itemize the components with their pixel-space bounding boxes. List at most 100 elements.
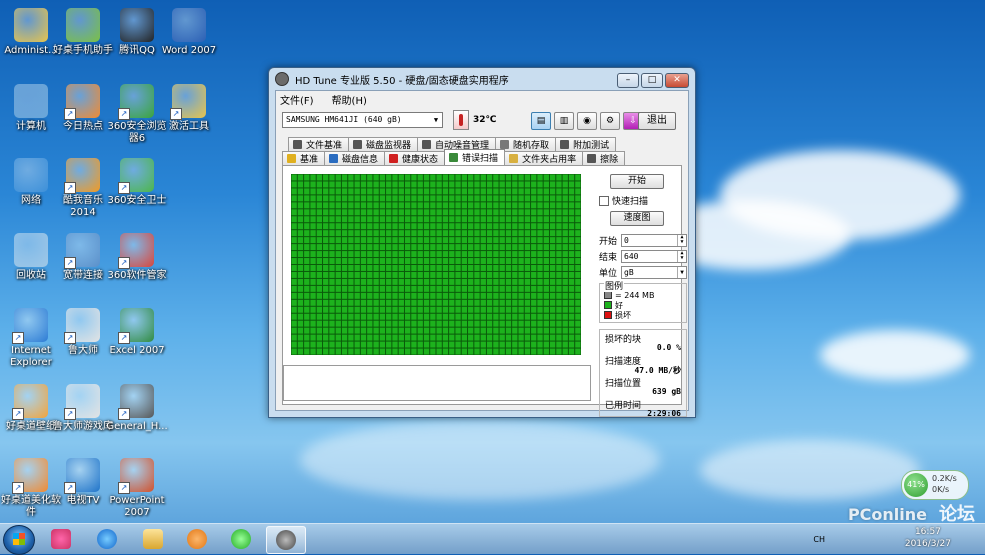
- copy-text-icon[interactable]: ▤: [531, 112, 551, 130]
- scan-block: [392, 299, 398, 306]
- scan-block: [531, 348, 537, 355]
- scan-block: [543, 258, 549, 264]
- scan-block: [386, 285, 392, 292]
- tab-info[interactable]: 磁盘信息: [324, 151, 386, 165]
- desktop-icon[interactable]: ↗ 宽带连接: [52, 229, 114, 282]
- scan-block: [430, 271, 436, 278]
- magnifier-icon: [449, 153, 459, 162]
- scan-block: [442, 258, 449, 264]
- scan-block: [329, 327, 335, 334]
- scan-block: [348, 181, 354, 188]
- tab-extra-tests[interactable]: 附加测试: [555, 137, 617, 151]
- desktop-icon[interactable]: ↗ 鲁大师: [52, 304, 114, 357]
- desktop-icon[interactable]: 好桌手机助手: [52, 4, 114, 57]
- spinner-icon[interactable]: ▲ ▼: [677, 235, 686, 246]
- tab-folder[interactable]: 文件夹占用率: [504, 151, 584, 165]
- scan-block: [556, 306, 562, 313]
- scan-block: [512, 299, 518, 306]
- scan-block: [398, 230, 404, 237]
- scan-block: [442, 341, 449, 348]
- scan-block: [575, 188, 581, 195]
- minimize-button[interactable]: –: [617, 73, 639, 88]
- desktop-icon[interactable]: ↗ 360软件管家: [106, 229, 168, 282]
- scan-block: [404, 237, 411, 244]
- drive-select[interactable]: SAMSUNG HM641JI (640 gB) ▼: [282, 112, 443, 128]
- checkbox-box[interactable]: [599, 195, 609, 206]
- clock[interactable]: 16:57 2016/3/27: [905, 526, 951, 550]
- scan-block: [329, 285, 335, 292]
- scan-block: [524, 306, 531, 313]
- scan-block: [575, 348, 581, 355]
- desktop-icon[interactable]: ↗ Excel 2007: [106, 304, 168, 357]
- scan-block: [486, 348, 493, 355]
- scan-block: [531, 258, 537, 264]
- taskbar-360-game-icon[interactable]: [42, 526, 80, 552]
- scan-block: [304, 244, 310, 251]
- scan-block: [348, 306, 354, 313]
- spinner-icon[interactable]: ▲ ▼: [677, 251, 686, 262]
- scan-block: [316, 271, 323, 278]
- scan-block: [480, 237, 486, 244]
- options-icon[interactable]: ⚙: [600, 112, 620, 130]
- desktop-icon[interactable]: ↗ 酷我音乐2014: [52, 154, 114, 219]
- scan-block: [442, 244, 449, 251]
- scan-block: [430, 299, 436, 306]
- desktop-icon[interactable]: ↗ 今日热点: [52, 80, 114, 133]
- scan-block: [449, 174, 455, 181]
- quick-scan-checkbox[interactable]: 快速扫描: [599, 194, 687, 207]
- taskbar-media-player-icon[interactable]: [178, 526, 216, 552]
- scan-block: [493, 202, 499, 209]
- desktop-icon[interactable]: Word 2007: [158, 4, 220, 57]
- copy-clipboard-icon[interactable]: ▥: [554, 112, 574, 130]
- scan-block: [493, 195, 499, 202]
- taskbar-explorer-icon[interactable]: [134, 526, 172, 552]
- maximize-button[interactable]: □: [641, 73, 663, 88]
- scan-block: [518, 251, 524, 258]
- desktop-icon[interactable]: ↗ PowerPoint 2007: [106, 454, 168, 519]
- tab-health[interactable]: 健康状态: [384, 151, 446, 165]
- scan-block: [480, 327, 486, 334]
- desktop-icon[interactable]: ↗ 电视TV: [52, 454, 114, 507]
- scan-block: [392, 174, 398, 181]
- scan-block: [310, 258, 316, 264]
- tab-disk-monitor[interactable]: 磁盘监视器: [348, 137, 419, 151]
- scan-block: [493, 292, 499, 299]
- exit-button[interactable]: 退出: [638, 112, 676, 130]
- menu-file[interactable]: 文件(F): [278, 92, 314, 107]
- scan-block: [562, 251, 568, 258]
- desktop-icon[interactable]: ↗ 激活工具: [158, 80, 220, 133]
- download-speed: 0K/s: [932, 485, 950, 494]
- taskbar-ie-icon[interactable]: [88, 526, 126, 552]
- network-monitor-widget[interactable]: 41% 0.2K/s 0K/s: [901, 470, 969, 500]
- scan-block: [354, 258, 360, 264]
- end-input[interactable]: 640 ▲ ▼: [621, 250, 687, 263]
- desktop-icon[interactable]: ↗ 鲁大师游戏库: [52, 380, 114, 433]
- scan-block: [291, 265, 297, 271]
- desktop-icon[interactable]: ↗ General_H...: [106, 380, 168, 433]
- desktop-icon[interactable]: ↗ 360安全卫士: [106, 154, 168, 207]
- screenshot-camera-icon[interactable]: ◉: [577, 112, 597, 130]
- scan-block: [468, 181, 474, 188]
- scan-block: [316, 244, 323, 251]
- start-input[interactable]: 0 ▲ ▼: [621, 234, 687, 247]
- tab-erase[interactable]: 擦除: [582, 151, 626, 165]
- scan-block: [379, 271, 386, 278]
- scan-block: [474, 230, 480, 237]
- taskbar-360-browser-icon[interactable]: [222, 526, 260, 552]
- scan-block: [549, 251, 556, 258]
- menu-help[interactable]: 帮助(H): [330, 92, 367, 107]
- tab-benchmark[interactable]: 基准: [282, 151, 326, 165]
- scan-block: [461, 237, 468, 244]
- scan-block: [404, 299, 411, 306]
- start-button[interactable]: [3, 525, 35, 555]
- close-button[interactable]: ✕: [665, 73, 689, 88]
- tab-file-benchmark[interactable]: 文件基准: [288, 137, 350, 151]
- tab-magnifier[interactable]: 错误扫描: [444, 149, 506, 165]
- taskbar-hdtune-icon[interactable]: [266, 526, 306, 554]
- tray-language[interactable]: CH: [813, 535, 825, 544]
- unit-select[interactable]: gB ▼: [621, 266, 687, 279]
- scan-block: [423, 237, 430, 244]
- start-scan-button[interactable]: 开始: [610, 174, 664, 189]
- scan-block: [379, 230, 386, 237]
- speed-map-button[interactable]: 速度图: [610, 211, 664, 226]
